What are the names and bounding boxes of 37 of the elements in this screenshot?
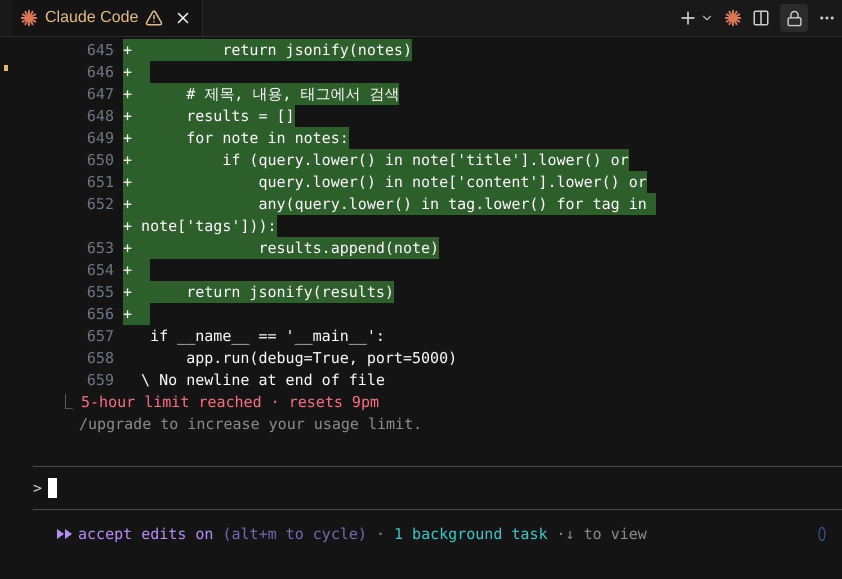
line-number: 645 — [86, 40, 114, 59]
double-play-icon — [56, 528, 74, 540]
code-line: \ No newline at end of file — [140, 370, 385, 391]
background-task-status: 1 background task — [394, 524, 548, 545]
code-line: app.run(debug=True, port=5000) — [185, 348, 458, 369]
line-number: 649 — [86, 128, 114, 147]
asterisk-logo-icon — [20, 9, 38, 27]
line-number: 650 — [86, 150, 114, 169]
mode-status: accept edits on — [78, 524, 214, 545]
separator-dot: · — [376, 524, 385, 545]
line-number: 652 — [86, 194, 114, 213]
line-number: 651 — [86, 172, 114, 191]
line-number: 656 — [86, 304, 114, 323]
spinner-icon — [818, 526, 826, 542]
line-number: 646 — [86, 62, 114, 81]
code-line: if __name__ == '__main__': — [149, 326, 385, 347]
line-number: 659 — [86, 370, 114, 389]
upgrade-hint: /upgrade to increase your usage limit. — [79, 414, 422, 435]
line-number: 653 — [86, 238, 114, 257]
editor-tab[interactable]: Claude Code — [12, 0, 204, 36]
gutter-change-marker — [4, 65, 8, 71]
prompt-input[interactable]: > — [33, 467, 842, 509]
split-editor-icon[interactable] — [752, 9, 770, 27]
asterisk-logo-icon — [724, 9, 742, 27]
view-hint: ·↓ to view — [556, 524, 647, 545]
line-number: 655 — [86, 282, 114, 301]
line-number: 657 — [86, 326, 114, 345]
mode-hint: (alt+m to cycle) — [222, 524, 367, 545]
lock-button[interactable] — [780, 4, 808, 32]
line-number: 648 — [86, 106, 114, 125]
corner-mark: ⎿ — [58, 392, 73, 413]
line-number: 647 — [86, 84, 114, 103]
line-number: 654 — [86, 260, 114, 279]
line-number: 658 — [86, 348, 114, 367]
text-cursor — [48, 478, 58, 498]
lock-icon — [786, 10, 802, 26]
limit-message: 5-hour limit reached · resets 9pm — [81, 392, 380, 413]
